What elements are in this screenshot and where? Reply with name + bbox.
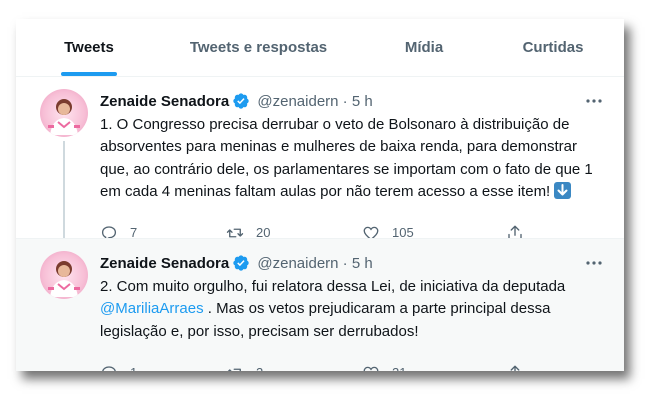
tweet-timestamp[interactable]: 5 h — [352, 255, 373, 272]
tab-tweets-and-replies[interactable]: Tweets e respostas — [176, 19, 341, 76]
author-handle[interactable]: @zenaidern — [257, 93, 338, 110]
author-handle[interactable]: @zenaidern — [257, 255, 338, 272]
retweet-icon — [226, 364, 244, 371]
tweet-header: Zenaide Senadora @zenaidern · 5 h — [100, 254, 373, 274]
profile-tabs: Tweets Tweets e respostas Mídia Curtidas — [16, 19, 624, 77]
tab-tweets[interactable]: Tweets — [38, 19, 140, 76]
like-icon — [362, 364, 380, 371]
like-button[interactable]: 21 — [362, 363, 406, 371]
reply-count: 1 — [130, 363, 137, 371]
tab-likes[interactable]: Curtidas — [510, 19, 596, 76]
retweet-count: 2 — [256, 363, 263, 371]
tab-media[interactable]: Mídia — [384, 19, 464, 76]
tweet-body: 2. Com muito orgulho, fui relatora dessa… — [100, 278, 566, 295]
more-icon[interactable] — [584, 93, 604, 109]
more-icon[interactable] — [584, 255, 604, 271]
profile-timeline-card: Tweets Tweets e respostas Mídia Curtidas… — [16, 19, 624, 371]
thread-connector-line — [63, 141, 65, 243]
share-button[interactable] — [506, 363, 524, 371]
verified-badge-icon — [232, 254, 250, 278]
tweet-header: Zenaide Senadora @zenaidern · 5 h — [100, 92, 373, 112]
active-tab-indicator — [61, 72, 117, 76]
reply-button[interactable]: 1 — [100, 363, 137, 371]
avatar[interactable] — [40, 89, 88, 137]
tweet-body: 1. O Congresso precisa derrubar o veto d… — [100, 116, 593, 201]
tweet-timestamp[interactable]: 5 h — [352, 93, 373, 110]
like-count: 21 — [392, 363, 406, 371]
tweet[interactable]: Zenaide Senadora @zenaidern · 5 h 1. O C… — [16, 77, 624, 243]
avatar[interactable] — [40, 251, 88, 299]
retweet-button[interactable]: 2 — [226, 363, 263, 371]
separator-dot: · — [342, 93, 348, 110]
tweet-text: 1. O Congresso precisa derrubar o veto d… — [100, 114, 600, 204]
share-icon — [506, 364, 524, 371]
tweet[interactable]: Zenaide Senadora @zenaidern · 5 h 2. Com… — [16, 238, 624, 371]
author-name[interactable]: Zenaide Senadora — [100, 255, 229, 272]
tweet-actions: 1 2 21 — [100, 363, 520, 371]
reply-icon — [100, 364, 118, 371]
author-name[interactable]: Zenaide Senadora — [100, 93, 229, 110]
mention-link[interactable]: @MariliaArraes — [100, 300, 204, 317]
down-arrow-emoji-icon — [554, 182, 572, 200]
tweet-text: 2. Com muito orgulho, fui relatora dessa… — [100, 276, 600, 343]
verified-badge-icon — [232, 92, 250, 116]
separator-dot: · — [342, 255, 348, 272]
